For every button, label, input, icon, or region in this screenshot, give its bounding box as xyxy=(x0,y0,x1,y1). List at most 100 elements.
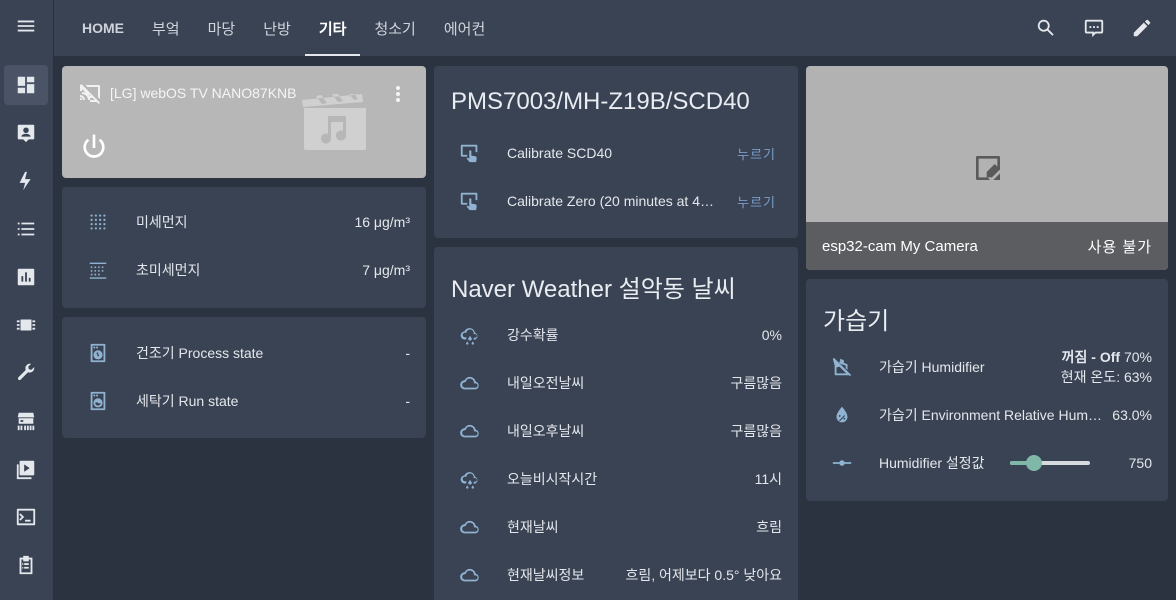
sidebar-item-history[interactable] xyxy=(4,257,48,297)
list-item[interactable]: 미세먼지 16 μg/m³ xyxy=(62,198,426,246)
calibrate-zero-button[interactable]: 누르기 xyxy=(737,192,776,211)
humidifier-card: 가습기 가습기 Humidifier 꺼짐 - Off 70% 현재 온도: 6… xyxy=(806,279,1168,501)
sidebar-item-map[interactable] xyxy=(4,113,48,153)
top-bar: HOME 부엌 마당 난방 기타 청소기 에어컨 xyxy=(54,0,1176,56)
image-broken-icon xyxy=(972,152,1004,184)
weather-label: 현재날씨 xyxy=(507,519,559,535)
sidebar-item-overview[interactable] xyxy=(4,65,48,105)
sidebar-item-logbook[interactable] xyxy=(4,209,48,249)
sidebar-item-media[interactable] xyxy=(4,449,48,489)
list-item[interactable]: 현재날씨정보 흐림, 어제보다 0.5° 낮아요 xyxy=(434,551,798,599)
water-percent-icon xyxy=(830,403,854,427)
pms-card: PMS7003/MH-Z19B/SCD40 Calibrate SCD40 누르… xyxy=(434,66,798,238)
cast-off-icon xyxy=(78,82,102,106)
list-item[interactable]: 강수확률 0% xyxy=(434,311,798,359)
list-item[interactable]: 현재날씨 흐림 xyxy=(434,503,798,551)
humidifier-setting-slider[interactable] xyxy=(1010,455,1090,471)
console-icon xyxy=(16,508,36,526)
tv-media-card[interactable]: [LG] webOS TV NANO87KNB xyxy=(62,66,426,178)
list-item: Calibrate Zero (20 minutes at 400ppm) 누르… xyxy=(434,177,798,225)
view-tabs: HOME 부엌 마당 난방 기타 청소기 에어컨 xyxy=(68,0,499,56)
weather-value: 11시 xyxy=(754,471,782,487)
dryer-icon xyxy=(86,341,110,365)
tab-home[interactable]: HOME xyxy=(68,0,138,56)
weather-rainy-icon xyxy=(458,323,482,347)
list-item[interactable]: 건조기 Process state - xyxy=(62,329,426,377)
weather-label: 현재날씨정보 xyxy=(507,567,585,583)
list-item[interactable]: 가습기 Humidifier 꺼짐 - Off 70% 현재 온도: 63% xyxy=(806,343,1168,391)
pencil-icon[interactable] xyxy=(1128,14,1156,42)
dryer-label: 건조기 Process state xyxy=(136,345,264,361)
lightning-icon xyxy=(19,171,31,191)
sidebar-item-tools[interactable] xyxy=(4,353,48,393)
calibrate-scd40-label: Calibrate SCD40 xyxy=(507,145,613,161)
tab-yard[interactable]: 마당 xyxy=(194,0,250,56)
cloud-icon xyxy=(458,371,482,395)
cloud-icon xyxy=(458,419,482,443)
sidebar-item-hacs[interactable] xyxy=(4,401,48,441)
movie-music-icon xyxy=(302,91,368,150)
tab-etc[interactable]: 기타 xyxy=(304,0,361,56)
tab-kitchen[interactable]: 부엌 xyxy=(138,0,194,56)
list-item[interactable]: 가습기 Environment Relative Humidity 63.0% xyxy=(806,391,1168,439)
card-title: PMS7003/MH-Z19B/SCD40 xyxy=(451,88,750,115)
dust-card: 미세먼지 16 μg/m³ 초미세먼지 7 μg/m³ xyxy=(62,187,426,308)
weather-value: 구름많음 xyxy=(730,375,782,391)
tab-heating[interactable]: 난방 xyxy=(249,0,305,56)
sidebar-item-terminal[interactable] xyxy=(4,497,48,537)
camera-card[interactable]: esp32-cam My Camera 사용 불가 xyxy=(806,66,1168,270)
sidebar xyxy=(0,0,54,600)
dots-grid-icon xyxy=(86,210,110,234)
power-icon[interactable] xyxy=(78,132,110,164)
tab-vacuum[interactable]: 청소기 xyxy=(360,0,429,56)
slider-handle[interactable] xyxy=(1026,455,1042,471)
list-item[interactable]: 오늘비시작시간 11시 xyxy=(434,455,798,503)
list-item[interactable]: 내일오전날씨 구름많음 xyxy=(434,359,798,407)
gesture-tap-button-icon xyxy=(458,189,482,213)
list-item[interactable]: 초미세먼지 7 μg/m³ xyxy=(62,246,426,294)
humidifier-state: 꺼짐 - Off 70% 현재 온도: 63% xyxy=(1061,347,1152,387)
weather-value: 흐림 xyxy=(756,519,782,535)
humidifier-current: 현재 온도: 63% xyxy=(1060,369,1152,385)
tv-title: [LG] webOS TV NANO87KNB xyxy=(110,85,297,101)
clipboard-icon xyxy=(19,555,33,575)
list-icon xyxy=(17,222,35,236)
pm25-value: 7 μg/m³ xyxy=(362,262,410,278)
wrench-icon xyxy=(17,363,35,381)
ray-vertex-icon xyxy=(830,451,854,475)
camera-name: esp32-cam My Camera xyxy=(822,237,978,255)
washer-value: - xyxy=(405,393,410,409)
play-box-icon xyxy=(16,460,35,480)
blur-icon xyxy=(86,258,110,282)
list-item: Calibrate SCD40 누르기 xyxy=(434,129,798,177)
sidebar-item-esphome[interactable] xyxy=(4,305,48,345)
search-icon[interactable] xyxy=(1032,14,1060,42)
env-humidity-value: 63.0% xyxy=(1112,407,1152,423)
cloud-icon xyxy=(458,515,482,539)
tab-aircon[interactable]: 에어컨 xyxy=(430,0,499,56)
weather-label: 내일오후날씨 xyxy=(507,423,585,439)
more-vert-icon[interactable] xyxy=(388,82,408,106)
air-humidifier-off-icon xyxy=(830,355,854,379)
list-item[interactable]: 내일오후날씨 구름많음 xyxy=(434,407,798,455)
dashboard-icon xyxy=(17,76,35,94)
menu-icon[interactable] xyxy=(4,6,48,46)
weather-label: 오늘비시작시간 xyxy=(507,471,598,487)
sidebar-item-energy[interactable] xyxy=(4,161,48,201)
humidifier-state-text: 꺼짐 - Off xyxy=(1061,349,1121,365)
chip-icon xyxy=(16,319,36,331)
env-humidity-label: 가습기 Environment Relative Humidity xyxy=(879,407,1103,423)
weather-value: 0% xyxy=(761,327,782,343)
weather-rainy-icon xyxy=(458,467,482,491)
setting-value: 750 xyxy=(1128,455,1152,471)
calibrate-zero-label: Calibrate Zero (20 minutes at 400ppm) xyxy=(507,193,719,209)
setting-label: Humidifier 설정값 xyxy=(879,455,985,471)
pm10-value: 16 μg/m³ xyxy=(354,214,410,230)
calibrate-scd40-button[interactable]: 누르기 xyxy=(737,144,776,163)
list-item[interactable]: 세탁기 Run state - xyxy=(62,377,426,425)
chart-box-icon xyxy=(17,268,35,286)
weather-label: 내일오전날씨 xyxy=(507,375,585,391)
camera-status: 사용 불가 xyxy=(1087,238,1152,256)
sidebar-item-todo[interactable] xyxy=(4,545,48,585)
assist-chat-icon[interactable] xyxy=(1080,14,1108,42)
